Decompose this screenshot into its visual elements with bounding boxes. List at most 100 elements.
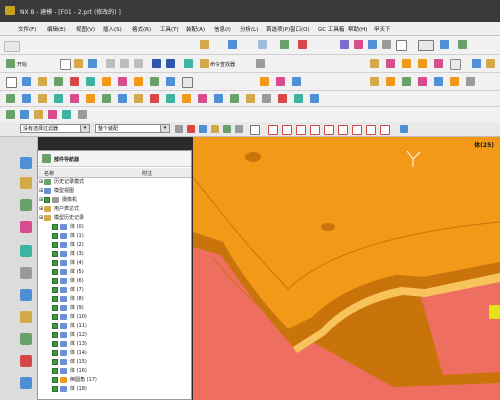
- snap-curve-icon[interactable]: [296, 125, 306, 135]
- column-name[interactable]: 名称: [44, 170, 54, 177]
- filter-icon[interactable]: [175, 125, 183, 133]
- expand-toggle-icon[interactable]: ⊞: [39, 187, 43, 196]
- snap-surface-icon[interactable]: [380, 125, 390, 135]
- feature-icon[interactable]: [370, 59, 379, 68]
- shell-icon[interactable]: [292, 77, 301, 86]
- tree-node[interactable]: 体 (2): [38, 241, 188, 250]
- visibility-checkbox[interactable]: [52, 350, 58, 356]
- snap-center-icon[interactable]: [324, 125, 334, 135]
- sketch-ellipse-icon[interactable]: [246, 94, 255, 103]
- hd3d-tools-icon[interactable]: [20, 245, 32, 257]
- visibility-checkbox[interactable]: [52, 269, 58, 275]
- background-icon[interactable]: [396, 40, 407, 51]
- menu-information[interactable]: 信息(I): [214, 25, 231, 33]
- new-file-icon[interactable]: [60, 59, 71, 70]
- tree-node[interactable]: ⊞ 模型视图: [38, 187, 188, 196]
- grid-icon[interactable]: [258, 40, 267, 49]
- snap-line-icon[interactable]: [282, 125, 292, 135]
- select-icon[interactable]: [256, 59, 265, 68]
- menu-window[interactable]: 窗口(O): [290, 25, 310, 33]
- menu-insert[interactable]: 插入(S): [103, 25, 122, 33]
- color-dropdown-icon[interactable]: [418, 40, 434, 51]
- expand-toggle-icon[interactable]: ⊞: [39, 214, 43, 223]
- point-icon[interactable]: [6, 77, 17, 88]
- patch-icon[interactable]: [402, 77, 411, 86]
- system-materials-icon[interactable]: [20, 311, 32, 323]
- menu-assembly[interactable]: 装配(A): [186, 25, 205, 33]
- graphics-window[interactable]: 体(25): [193, 137, 500, 400]
- snap-settings-icon[interactable]: [400, 125, 408, 133]
- pattern-icon[interactable]: [182, 77, 193, 88]
- tree-node[interactable]: 倒圆角 (17): [38, 376, 188, 385]
- boolean-icon[interactable]: [386, 59, 395, 68]
- visibility-checkbox[interactable]: [52, 233, 58, 239]
- column-notes[interactable]: 附注: [142, 170, 152, 177]
- sketch-corner-icon[interactable]: [102, 94, 111, 103]
- snap-quadrant-icon[interactable]: [338, 125, 348, 135]
- expand-toggle-icon[interactable]: ⊞: [39, 205, 43, 214]
- datum-icon[interactable]: [472, 59, 481, 68]
- tree-node[interactable]: ⊞ 模型历史记录: [38, 214, 188, 223]
- sketch-icon[interactable]: [450, 59, 461, 70]
- constraint-navigator-icon[interactable]: [20, 177, 32, 189]
- snap-intersection-icon[interactable]: [268, 125, 278, 135]
- visibility-checkbox[interactable]: [52, 224, 58, 230]
- redo-icon[interactable]: [166, 59, 175, 68]
- revolve-icon[interactable]: [418, 59, 427, 68]
- sketch-mirror-icon[interactable]: [134, 94, 143, 103]
- tree-node[interactable]: 体 (14): [38, 349, 188, 358]
- spline-icon[interactable]: [54, 77, 63, 86]
- menu-tools[interactable]: 工具(T): [160, 25, 179, 33]
- visibility-checkbox[interactable]: [52, 314, 58, 320]
- select-all-icon[interactable]: [187, 125, 195, 133]
- reuse-library-icon[interactable]: [20, 221, 32, 233]
- delete-face-icon[interactable]: [466, 77, 475, 86]
- tree-node[interactable]: 体 (12): [38, 331, 188, 340]
- copy-icon[interactable]: [120, 59, 129, 68]
- menu-view[interactable]: 视图(V): [76, 25, 95, 33]
- menu-file[interactable]: 文件(F): [18, 25, 36, 33]
- sketch-constraint-icon[interactable]: [38, 94, 47, 103]
- sketch-derived-icon[interactable]: [198, 94, 207, 103]
- snap-point-icon[interactable]: [352, 125, 362, 135]
- menu-edit[interactable]: 编辑(E): [47, 25, 66, 33]
- tree-node[interactable]: 体 (0): [38, 223, 188, 232]
- render-style-icon[interactable]: [340, 40, 349, 49]
- sketch-rect-icon[interactable]: [294, 94, 303, 103]
- tree-node[interactable]: ⊞ 历史记录模式: [38, 178, 188, 187]
- sketch-fillet-icon[interactable]: [118, 94, 127, 103]
- tree-node[interactable]: 体 (15): [38, 358, 188, 367]
- expand-toggle-icon[interactable]: ⊞: [39, 196, 43, 205]
- assembly-navigator-icon[interactable]: [20, 157, 32, 169]
- snap-endpoint-icon[interactable]: [223, 125, 231, 133]
- visibility-checkbox[interactable]: [52, 368, 58, 374]
- hole-icon[interactable]: [434, 59, 443, 68]
- roles-icon[interactable]: [20, 377, 32, 389]
- visibility-checkbox[interactable]: [52, 278, 58, 284]
- check-icon[interactable]: [6, 110, 15, 119]
- tree-node[interactable]: 体 (7): [38, 286, 188, 295]
- replace-face-icon[interactable]: [434, 77, 443, 86]
- snap-grid-icon[interactable]: [250, 125, 260, 135]
- tree-node[interactable]: 体 (9): [38, 304, 188, 313]
- expand-toggle-icon[interactable]: ⊞: [39, 178, 43, 187]
- tree-node[interactable]: ⊞ 摄像机: [38, 196, 188, 205]
- tree-node[interactable]: 体 (3): [38, 250, 188, 259]
- snap-tangent-icon[interactable]: [310, 125, 320, 135]
- snap-icon[interactable]: [78, 110, 87, 119]
- visibility-checkbox[interactable]: [52, 305, 58, 311]
- sketch-circle-icon[interactable]: [310, 94, 319, 103]
- visibility-checkbox[interactable]: [52, 260, 58, 266]
- measure-icon[interactable]: [20, 110, 29, 119]
- save-icon[interactable]: [88, 59, 97, 68]
- menu-help[interactable]: 帮助(H): [348, 25, 367, 33]
- sketch-project-icon[interactable]: [166, 94, 175, 103]
- command-finder-icon[interactable]: [200, 59, 209, 68]
- deselect-icon[interactable]: [199, 125, 207, 133]
- sketch-pattern-icon[interactable]: [150, 94, 159, 103]
- menu-gc-toolkit[interactable]: GC 工具箱: [318, 25, 344, 33]
- fit-view-icon[interactable]: [458, 40, 467, 49]
- section-icon[interactable]: [48, 110, 57, 119]
- extend-icon[interactable]: [150, 77, 159, 86]
- assembly-scope-dropdown[interactable]: 整个装配 ▾: [95, 124, 170, 133]
